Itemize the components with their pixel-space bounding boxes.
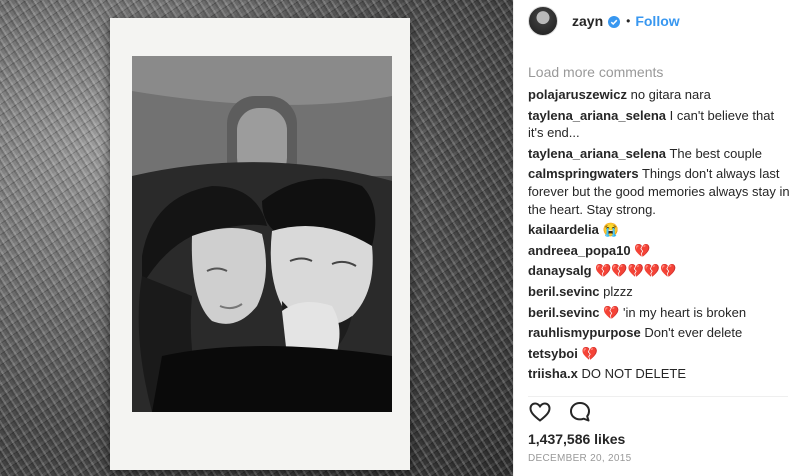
comment-text: 💔 (581, 345, 598, 361)
comments-list: Load more comments polajaruszewicz no gi… (528, 64, 792, 386)
comment-text: DO NOT DELETE (581, 366, 686, 382)
polaroid-photo (110, 18, 410, 470)
comment-author[interactable]: rauhlismypurpose (528, 325, 641, 340)
post-actions: 1,437,586 likes DECEMBER 20, 2015 (528, 396, 788, 464)
comment-text: plzzz (603, 283, 633, 299)
comment: beril.sevinc 💔 'in my heart is broken (528, 304, 792, 322)
comment-author[interactable]: andreea_popa10 (528, 243, 631, 258)
verified-badge-icon (608, 15, 621, 28)
likes-count[interactable]: 1,437,586 likes (528, 431, 788, 447)
comment: tetsyboi 💔 (528, 345, 792, 363)
comment-author[interactable]: beril.sevinc (528, 284, 600, 299)
comment-text: 💔 (634, 242, 651, 258)
post-date[interactable]: DECEMBER 20, 2015 (528, 453, 788, 464)
action-icons (528, 399, 788, 425)
comment: taylena_ariana_selena The best couple (528, 145, 792, 163)
comment: rauhlismypurpose Don't ever delete (528, 324, 792, 342)
comment: taylena_ariana_selena I can't believe th… (528, 107, 792, 142)
load-more-comments-button[interactable]: Load more comments (528, 64, 792, 80)
comment-text: Don't ever delete (644, 325, 743, 341)
comment-author[interactable]: beril.sevinc (528, 305, 600, 320)
couple-photo (132, 56, 392, 412)
comment-author[interactable]: kailaardelia (528, 222, 599, 237)
follow-button[interactable]: Follow (635, 13, 679, 29)
author-username[interactable]: zayn (572, 13, 603, 29)
avatar[interactable] (528, 6, 558, 36)
separator-dot: • (626, 14, 631, 28)
comment-text: no gitara nara (630, 87, 711, 102)
comment-author[interactable]: triisha.x (528, 366, 578, 381)
comment: polajaruszewicz no gitara nara (528, 86, 792, 104)
comment: danaysalg 💔💔💔💔💔 (528, 262, 792, 280)
comment: triisha.x DO NOT DELETE (528, 365, 792, 383)
comment: calmspringwaters Things don't always las… (528, 165, 792, 218)
comment-author[interactable]: taylena_ariana_selena (528, 146, 666, 161)
comment-text: The best couple (669, 145, 762, 161)
heart-outline-icon[interactable] (528, 400, 552, 424)
speech-bubble-icon[interactable] (568, 400, 592, 424)
comment-author[interactable]: tetsyboi (528, 346, 578, 361)
comment: andreea_popa10 💔 (528, 242, 792, 260)
comment: beril.sevinc plzzz (528, 283, 792, 301)
comment-text: 💔 'in my heart is broken (603, 304, 747, 320)
post-sidebar: zayn • Follow Load more comments polajar… (513, 0, 800, 476)
comment-text: 💔💔💔💔💔 (595, 263, 677, 279)
comment-text: 😭 (602, 222, 619, 238)
post-photo-area (0, 0, 513, 476)
comment-author[interactable]: calmspringwaters (528, 166, 639, 181)
comment-author[interactable]: danaysalg (528, 263, 592, 278)
comment-author[interactable]: polajaruszewicz (528, 87, 627, 102)
comment-author[interactable]: taylena_ariana_selena (528, 108, 666, 123)
comment: kailaardelia 😭 (528, 221, 792, 239)
post-header: zayn • Follow (514, 0, 800, 42)
